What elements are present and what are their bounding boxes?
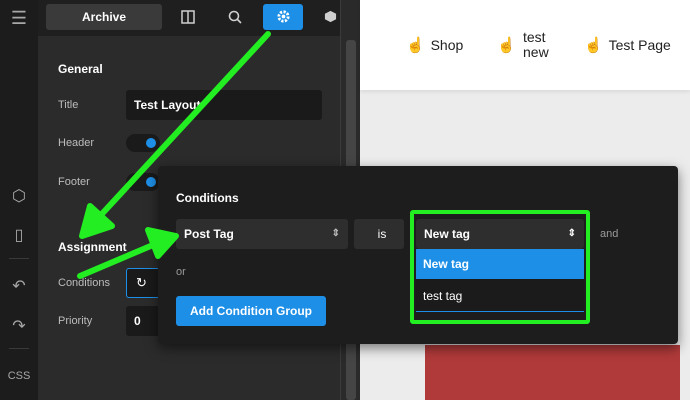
search-icon[interactable]	[215, 4, 255, 30]
add-condition-group-button[interactable]: Add Condition Group	[176, 296, 326, 326]
nav-item-label: Shop	[430, 37, 464, 53]
nav-item-label-line2: new	[523, 44, 549, 60]
assignment-heading: Assignment	[58, 240, 127, 254]
condition-field-value: Post Tag	[184, 227, 234, 241]
condition-operator-value: is	[377, 227, 387, 241]
priority-input-value: 0	[134, 314, 141, 328]
priority-label: Priority	[58, 315, 93, 327]
hand-pointer-icon: ☝	[497, 37, 516, 54]
refresh-icon: ↻	[136, 275, 147, 290]
condition-field-select[interactable]: Post Tag ⇕	[176, 219, 348, 249]
highlight-box	[410, 210, 590, 324]
title-input[interactable]: Test Layout	[126, 90, 322, 120]
conditions-heading: Conditions	[176, 191, 239, 205]
header-label: Header	[58, 137, 95, 149]
nav-item-shop[interactable]: ☝ Shop	[406, 36, 463, 54]
footer-label: Footer	[58, 176, 90, 188]
left-icon-rail: ☰ ⬡ ▯ ↶ ↷ CSS	[0, 0, 38, 400]
or-label: or	[176, 266, 186, 278]
title-label: Title	[58, 99, 79, 111]
condition-operator-select[interactable]: is	[354, 219, 404, 249]
title-input-value: Test Layout	[134, 98, 201, 112]
content-block	[425, 345, 680, 400]
menu-icon[interactable]: ☰	[0, 8, 38, 29]
archive-tab[interactable]: Archive	[46, 4, 162, 30]
rail-divider	[9, 258, 29, 259]
nav-item-test-page[interactable]: ☝ Test Page	[584, 36, 671, 54]
hand-pointer-icon: ☝	[584, 37, 603, 54]
nav-item-label: test	[523, 29, 546, 45]
mobile-preview-icon[interactable]: ▯	[0, 225, 38, 245]
general-heading: General	[58, 62, 103, 76]
priority-input[interactable]: 0	[126, 306, 160, 336]
conditions-button[interactable]: ↻	[126, 268, 160, 298]
footer-toggle[interactable]	[126, 173, 160, 191]
conditions-label: Conditions	[58, 277, 110, 289]
chevron-updown-icon: ⇕	[331, 228, 340, 239]
undo-icon[interactable]: ↶	[0, 276, 38, 296]
layout-icon[interactable]	[168, 4, 208, 30]
nav-item-label: Test Page	[608, 37, 671, 53]
css-button[interactable]: CSS	[0, 370, 38, 382]
add-element-icon[interactable]: ⬡	[0, 186, 38, 206]
rail-divider	[9, 348, 29, 349]
and-label[interactable]: and	[600, 228, 618, 240]
header-toggle[interactable]	[126, 134, 160, 152]
redo-icon[interactable]: ↷	[0, 316, 38, 336]
hand-pointer-icon: ☝	[406, 37, 425, 54]
gear-icon[interactable]	[263, 4, 303, 30]
